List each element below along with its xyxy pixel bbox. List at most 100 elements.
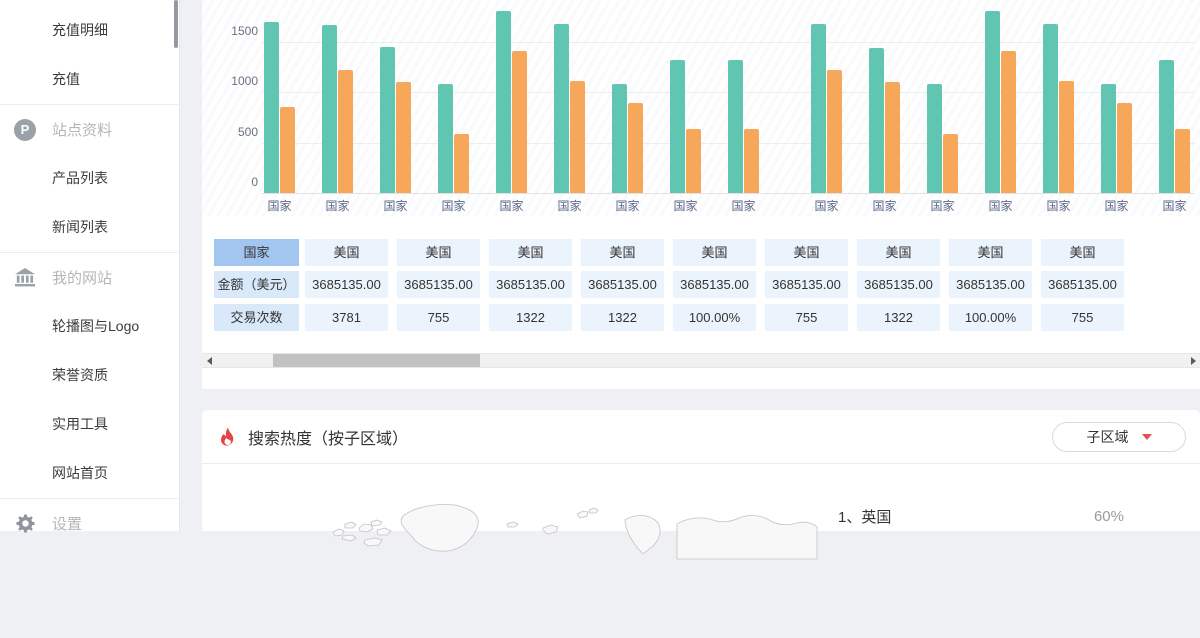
search-heat-card: 搜索热度（按子区域） 子区域 1、 — [202, 410, 1200, 531]
orange-series-bar[interactable] — [628, 103, 643, 193]
y-axis-tick-label: 500 — [214, 124, 258, 140]
table-row-label: 交易次数 — [214, 304, 299, 331]
x-axis-category-label: 国家 — [606, 197, 650, 214]
sidebar-item[interactable]: 充值明细 — [0, 6, 178, 55]
orange-series-bar[interactable] — [885, 82, 900, 193]
table-cell: 美国 — [673, 239, 756, 266]
page: { "sidebar": { "groups": [ { "header": n… — [0, 0, 1200, 531]
orange-series-bar[interactable] — [744, 129, 759, 193]
left-triangle-icon — [207, 357, 212, 365]
x-axis-category-label: 国家 — [979, 197, 1023, 214]
teal-series-bar[interactable] — [612, 84, 627, 193]
ranking-item: 1、英国 60% — [838, 506, 1124, 527]
table-row-label: 金额（美元） — [214, 271, 299, 298]
teal-series-bar[interactable] — [869, 48, 884, 193]
table-cell: 3685135.00 — [305, 271, 388, 298]
orange-series-bar[interactable] — [1175, 129, 1190, 193]
table-row-label: 国家 — [214, 239, 299, 266]
teal-series-bar[interactable] — [1159, 60, 1174, 193]
sidebar-item[interactable]: 新闻列表 — [0, 203, 178, 252]
teal-series-bar[interactable] — [264, 22, 279, 193]
table-cell: 美国 — [397, 239, 480, 266]
table-cell: 3685135.00 — [765, 271, 848, 298]
orange-series-bar[interactable] — [396, 82, 411, 193]
teal-series-bar[interactable] — [380, 47, 395, 193]
bar-chart[interactable]: 050010001500国家国家国家国家国家国家国家国家国家国家国家国家国家国家… — [202, 0, 1200, 216]
sidebar-item[interactable]: 荣誉资质 — [0, 351, 178, 400]
sidebar-scrollbar-thumb[interactable] — [174, 0, 178, 48]
p-badge-icon: P — [14, 119, 36, 141]
sidebar-item[interactable]: 充值 — [0, 55, 178, 104]
y-axis-tick-label: 0 — [214, 174, 258, 190]
teal-series-bar[interactable] — [1101, 84, 1116, 193]
orange-series-bar[interactable] — [512, 51, 527, 193]
sidebar-section-header[interactable]: 设置 — [0, 499, 178, 548]
sidebar-section-label: 我的网站 — [52, 267, 112, 288]
orange-series-bar[interactable] — [686, 129, 701, 193]
orange-series-bar[interactable] — [1117, 103, 1132, 193]
orange-series-bar[interactable] — [454, 134, 469, 193]
table-cell: 100.00% — [673, 304, 756, 331]
x-axis-category-label: 国家 — [722, 197, 766, 214]
horizontal-scrollbar-thumb[interactable] — [273, 354, 480, 367]
horizontal-scrollbar[interactable] — [202, 353, 1200, 368]
teal-series-bar[interactable] — [438, 84, 453, 193]
sidebar-item[interactable]: 产品列表 — [0, 154, 178, 203]
sidebar-group: 充值明细充值 — [0, 6, 178, 104]
teal-series-bar[interactable] — [554, 24, 569, 193]
orange-series-bar[interactable] — [570, 81, 585, 193]
card-title: 搜索热度（按子区域） — [248, 425, 408, 449]
subregion-dropdown-button[interactable]: 子区域 — [1052, 422, 1186, 452]
scroll-right-arrow[interactable] — [1186, 354, 1200, 367]
table-cell: 100.00% — [949, 304, 1032, 331]
teal-series-bar[interactable] — [811, 24, 826, 193]
teal-series-bar[interactable] — [670, 60, 685, 193]
sidebar-item[interactable]: 实用工具 — [0, 400, 178, 449]
table-cell: 3685135.00 — [397, 271, 480, 298]
table-cell: 755 — [397, 304, 480, 331]
x-axis-line — [262, 193, 1195, 194]
x-axis-category-label: 国家 — [1037, 197, 1081, 214]
y-axis-tick-label: 1000 — [214, 73, 258, 89]
gear-icon — [16, 514, 35, 533]
table-cell: 1322 — [857, 304, 940, 331]
sidebar-item[interactable]: 轮播图与Logo — [0, 302, 178, 351]
scroll-left-arrow[interactable] — [202, 354, 216, 367]
sidebar: 充值明细充值P站点资料产品列表新闻列表我的网站轮播图与Logo荣誉资质实用工具网… — [0, 0, 180, 531]
x-axis-category-label: 国家 — [316, 197, 360, 214]
sidebar-item[interactable]: 网站首页 — [0, 449, 178, 498]
sidebar-section-header[interactable]: P站点资料 — [0, 105, 178, 154]
teal-series-bar[interactable] — [985, 11, 1000, 193]
teal-series-bar[interactable] — [322, 25, 337, 193]
orange-series-bar[interactable] — [1059, 81, 1074, 193]
teal-series-bar[interactable] — [927, 84, 942, 193]
orange-series-bar[interactable] — [280, 107, 295, 193]
table-cell: 3685135.00 — [857, 271, 940, 298]
x-axis-category-label: 国家 — [921, 197, 965, 214]
orange-series-bar[interactable] — [827, 70, 842, 193]
teal-series-bar[interactable] — [728, 60, 743, 193]
right-triangle-icon — [1191, 357, 1196, 365]
table-cell: 3685135.00 — [489, 271, 572, 298]
orange-series-bar[interactable] — [943, 134, 958, 193]
x-axis-category-label: 国家 — [432, 197, 476, 214]
table-cell: 3685135.00 — [673, 271, 756, 298]
table-cell: 755 — [765, 304, 848, 331]
teal-series-bar[interactable] — [1043, 24, 1058, 193]
table-cell: 美国 — [765, 239, 848, 266]
table-cell: 3781 — [305, 304, 388, 331]
table-cell: 美国 — [489, 239, 572, 266]
search-heat-header: 搜索热度（按子区域） 子区域 — [202, 410, 1200, 464]
p-badge-icon: P — [14, 119, 36, 141]
table-cell: 1322 — [489, 304, 572, 331]
sidebar-menu: 充值明细充值P站点资料产品列表新闻列表我的网站轮播图与Logo荣誉资质实用工具网… — [0, 6, 178, 548]
orange-series-bar[interactable] — [338, 70, 353, 193]
orange-series-bar[interactable] — [1001, 51, 1016, 193]
table-cell: 美国 — [949, 239, 1032, 266]
ranking-item-label: 1、英国 — [838, 506, 891, 527]
sidebar-section-header[interactable]: 我的网站 — [0, 253, 178, 302]
ranking-item-value: 60% — [1094, 508, 1124, 525]
table-cell: 美国 — [305, 239, 388, 266]
x-axis-category-label: 国家 — [863, 197, 907, 214]
teal-series-bar[interactable] — [496, 11, 511, 193]
